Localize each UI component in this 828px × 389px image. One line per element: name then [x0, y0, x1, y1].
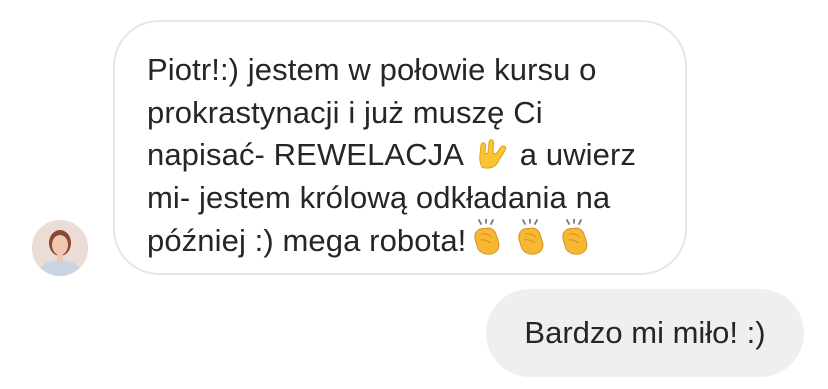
clapping-hands-icon: [513, 219, 551, 257]
outgoing-message-bubble[interactable]: Bardzo mi miło! :): [486, 289, 804, 377]
message-text: mi- jestem królową odkładania na: [147, 179, 611, 215]
message-text: później :) mega robota!: [147, 223, 467, 258]
user-avatar-icon: [32, 220, 88, 276]
message-text: prokrastynacji i już muszę Ci: [147, 94, 543, 130]
incoming-message-bubble[interactable]: Piotr!:) jestem w połowie kursu o prokra…: [113, 20, 687, 275]
clapping-hands-icon: [469, 219, 507, 257]
message-line: mi- jestem królową odkładania na: [147, 177, 685, 220]
love-you-gesture-icon: [474, 137, 508, 171]
message-text: Piotr!:) jestem w połowie kursu o: [147, 52, 597, 87]
clapping-hands-icon: [557, 219, 595, 257]
message-line: napisać- REWELACJA a uwierz: [147, 134, 685, 177]
message-text: a uwierz: [519, 137, 637, 172]
message-line: Piotr!:) jestem w połowie kursu o: [147, 49, 685, 92]
message-line: później :) mega robota!: [147, 219, 685, 263]
sender-avatar[interactable]: [32, 220, 88, 276]
message-text: napisać- REWELACJA: [147, 137, 463, 172]
message-line: prokrastynacji i już muszę Ci: [147, 92, 685, 135]
message-text: Bardzo mi miło! :): [524, 315, 766, 350]
